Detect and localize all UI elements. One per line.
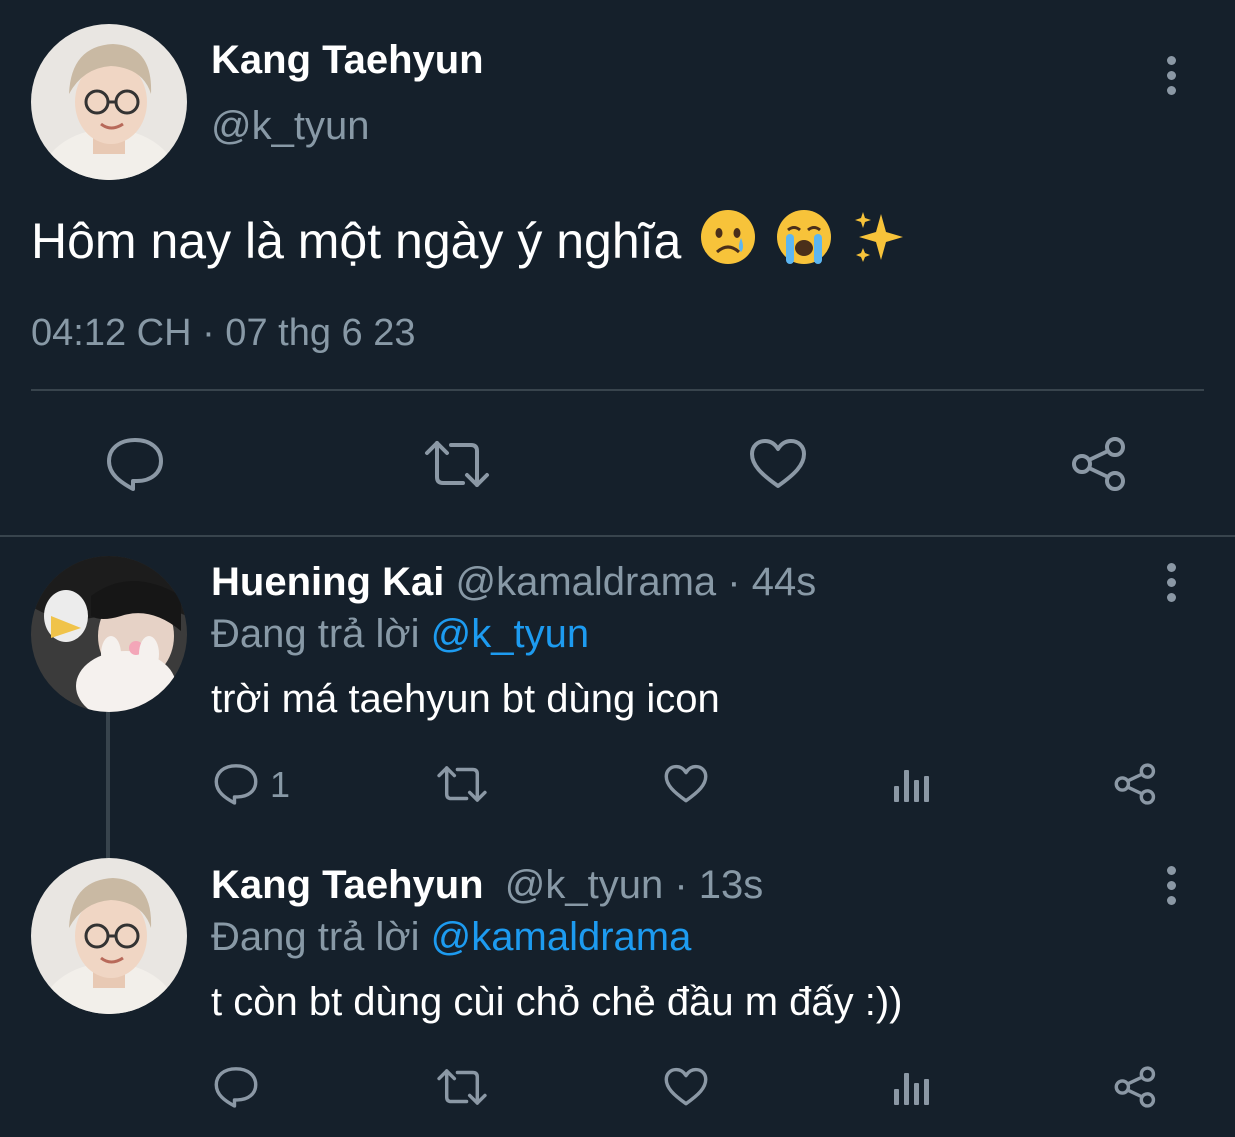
reply-time[interactable]: · 13s xyxy=(674,863,763,907)
author-name[interactable]: Huening Kai xyxy=(211,560,444,604)
more-options-icon[interactable] xyxy=(1161,56,1181,100)
divider xyxy=(31,389,1204,391)
reply-icon[interactable] xyxy=(214,762,258,806)
avatar[interactable] xyxy=(31,858,187,1014)
replying-to: Đang trả lời @kamaldrama xyxy=(211,915,691,960)
replying-label: Đang trả lời xyxy=(211,915,420,959)
replying-label: Đang trả lời xyxy=(211,612,420,656)
tweet-timestamp[interactable]: 04:12 CH · 07 thg 6 23 xyxy=(31,312,415,355)
reply-header: Huening Kai @kamaldrama · 44s xyxy=(211,560,816,605)
reply-icon[interactable] xyxy=(214,1065,258,1109)
thread-line xyxy=(106,710,110,858)
like-icon[interactable] xyxy=(664,1067,708,1107)
tweet-text-row: Hôm nay là một ngày ý nghĩa xyxy=(31,208,909,279)
like-icon[interactable] xyxy=(749,438,807,490)
mention-link[interactable]: @k_tyun xyxy=(431,612,589,656)
avatar[interactable] xyxy=(31,24,187,180)
retweet-icon[interactable] xyxy=(423,439,491,489)
author-handle[interactable]: @k_tyun xyxy=(211,104,369,149)
tweet-text: Hôm nay là một ngày ý nghĩa xyxy=(31,213,682,269)
more-options-icon[interactable] xyxy=(1161,866,1181,910)
crying-face-icon xyxy=(699,208,757,279)
share-icon[interactable] xyxy=(1114,762,1158,806)
reply-text: t còn bt dùng cùi chỏ chẻ đầu m đấy :)) xyxy=(211,980,903,1024)
avatar[interactable] xyxy=(31,556,187,712)
more-options-icon[interactable] xyxy=(1161,563,1181,607)
author-name[interactable]: Kang Taehyun xyxy=(211,863,484,907)
sparkles-icon xyxy=(851,208,909,279)
mention-link[interactable]: @kamaldrama xyxy=(431,915,692,959)
reply-count: 1 xyxy=(270,764,291,805)
share-icon[interactable] xyxy=(1114,1065,1158,1109)
share-icon[interactable] xyxy=(1071,436,1129,492)
reply-header: Kang Taehyun @k_tyun · 13s xyxy=(211,863,763,908)
analytics-icon[interactable] xyxy=(892,764,932,804)
author-handle[interactable]: @kamaldrama xyxy=(455,560,716,604)
divider xyxy=(0,535,1235,537)
like-icon[interactable] xyxy=(664,764,708,804)
replying-to: Đang trả lời @k_tyun xyxy=(211,612,589,657)
reply-text: trời má taehyun bt dùng icon xyxy=(211,677,720,721)
author-name[interactable]: Kang Taehyun xyxy=(211,38,484,83)
author-handle[interactable]: @k_tyun xyxy=(505,863,663,907)
retweet-icon[interactable] xyxy=(436,1067,488,1107)
analytics-icon[interactable] xyxy=(892,1067,932,1107)
reply-time[interactable]: · 44s xyxy=(727,560,816,604)
reply-icon[interactable] xyxy=(106,436,164,492)
retweet-icon[interactable] xyxy=(436,764,488,804)
loudly-crying-face-icon xyxy=(775,208,833,279)
